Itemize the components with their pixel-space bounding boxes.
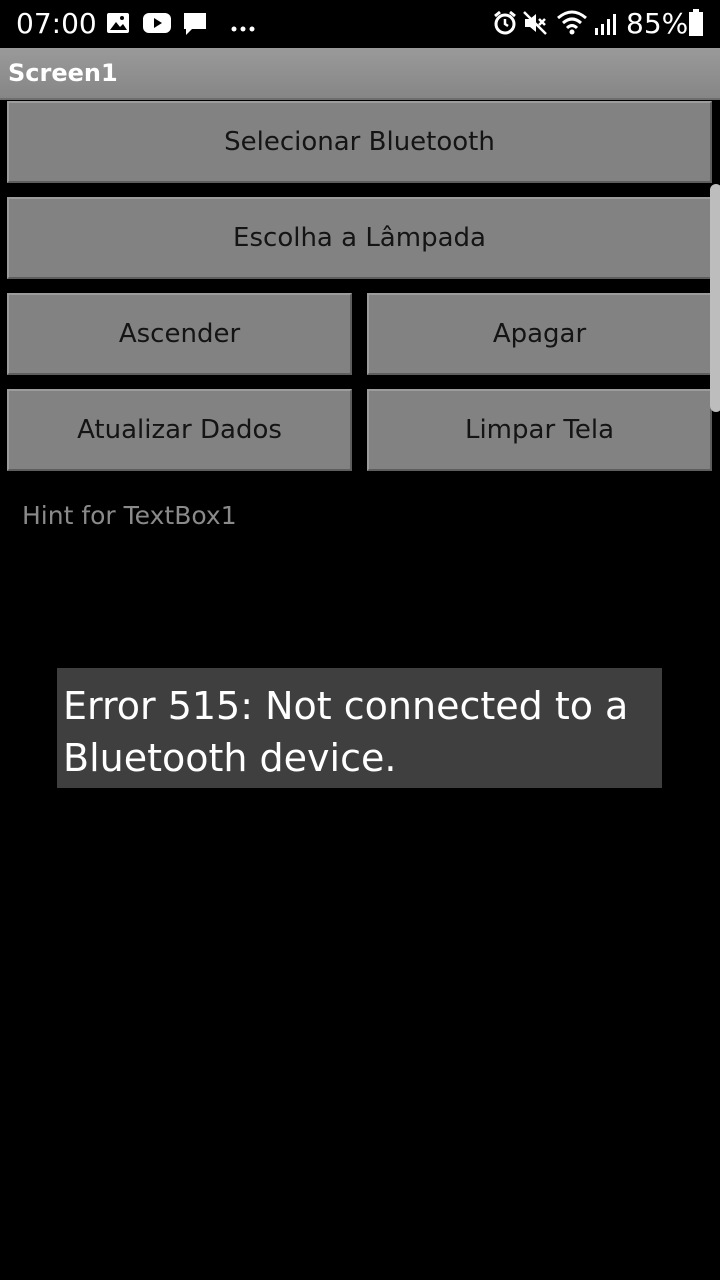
update-data-button[interactable]: Atualizar Dados [7,389,352,471]
error-toast: Error 515: Not connected to a Bluetooth … [57,668,662,788]
signal-icon [594,12,618,40]
update-data-label: Atualizar Dados [77,415,282,445]
turn-off-button[interactable]: Apagar [367,293,712,375]
mute-icon [522,10,548,40]
turn-on-button[interactable]: Ascender [7,293,352,375]
battery-percentage: 85% [626,7,689,40]
select-bluetooth-label: Selecionar Bluetooth [224,127,495,157]
alarm-icon [492,10,518,40]
more-dots-icon [230,18,258,37]
app-title-bar: Screen1 [0,48,720,100]
message-icon [182,11,208,41]
textbox-1[interactable]: Hint for TextBox1 [22,498,237,534]
clear-screen-label: Limpar Tela [464,415,615,445]
screen-title: Screen1 [8,59,118,87]
error-toast-message: Error 515: Not connected to a Bluetooth … [63,684,629,780]
wifi-icon [556,10,588,40]
image-icon [106,12,130,38]
select-bluetooth-button[interactable]: Selecionar Bluetooth [7,101,712,183]
choose-lamp-label: Escolha a Lâmpada [233,223,486,253]
turn-off-label: Apagar [492,319,587,349]
status-bar: 07:00 85% [0,0,720,48]
youtube-icon [142,12,172,38]
battery-icon [688,9,704,41]
textbox-hint: Hint for TextBox1 [22,501,237,530]
clear-screen-button[interactable]: Limpar Tela [367,389,712,471]
scrollbar[interactable] [710,184,720,412]
turn-on-label: Ascender [118,319,241,349]
choose-lamp-button[interactable]: Escolha a Lâmpada [7,197,712,279]
status-time: 07:00 [16,7,97,40]
